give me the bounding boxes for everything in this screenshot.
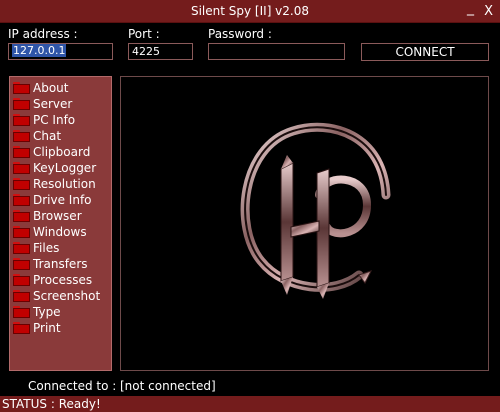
sidebar-item-label: PC Info [33,113,76,127]
sidebar-item-label: KeyLogger [33,161,97,175]
close-button[interactable]: X [484,4,493,19]
sidebar-item-chat[interactable]: Chat [10,128,111,144]
sidebar-item-label: Type [33,305,61,319]
ip-address-label: IP address : [8,27,78,41]
folder-icon [13,258,30,270]
folder-icon [13,290,30,302]
folder-icon [13,178,30,190]
sidebar-item-keylogger[interactable]: KeyLogger [10,160,111,176]
sidebar-item-print[interactable]: Print [10,320,111,336]
sidebar-item-label: Files [33,241,60,255]
sidebar-item-label: Transfers [33,257,88,271]
folder-icon [13,322,30,334]
folder-icon [13,194,30,206]
ip-address-value: 127.0.0.1 [12,44,67,57]
sidebar-item-label: Resolution [33,177,96,191]
sidebar-item-browser[interactable]: Browser [10,208,111,224]
folder-icon [13,130,30,142]
sidebar-item-windows[interactable]: Windows [10,224,111,240]
status-bar: STATUS : Ready! [0,396,500,412]
password-label: Password : [208,27,272,41]
folder-icon [13,82,30,94]
minimize-button[interactable]: _ [467,0,474,16]
sidebar-item-label: Browser [33,209,82,223]
sidebar-item-files[interactable]: Files [10,240,111,256]
folder-icon [13,306,30,318]
sidebar-item-label: Screenshot [33,289,101,303]
folder-icon [13,242,30,254]
folder-icon [13,114,30,126]
folder-icon [13,226,30,238]
connected-to-label: Connected to : [28,379,117,393]
sidebar-item-drive-info[interactable]: Drive Info [10,192,111,208]
sidebar-item-server[interactable]: Server [10,96,111,112]
folder-icon [13,146,30,158]
sidebar-item-label: Chat [33,129,62,143]
main-panel [120,76,489,371]
folder-icon [13,98,30,110]
sidebar-item-label: Clipboard [33,145,91,159]
title-bar: Silent Spy [II] v2.08 _ X [0,0,500,23]
folder-icon [13,274,30,286]
connect-button[interactable]: CONNECT [361,43,489,61]
ip-address-input[interactable]: 127.0.0.1 [8,43,113,60]
port-input[interactable]: 4225 [128,43,193,60]
sidebar-item-processes[interactable]: Processes [10,272,111,288]
sidebar-item-label: Server [33,97,73,111]
sidebar-item-clipboard[interactable]: Clipboard [10,144,111,160]
sidebar: About Server PC Info Chat Clipboard KeyL… [9,76,112,371]
sidebar-item-label: Windows [33,225,87,239]
password-input[interactable] [208,43,345,60]
folder-icon [13,162,30,174]
folder-icon [13,210,30,222]
connected-to-value: [not connected] [120,379,216,393]
status-text: STATUS : Ready! [2,397,101,411]
sidebar-item-label: Processes [33,273,93,287]
sidebar-item-transfers[interactable]: Transfers [10,256,111,272]
sidebar-item-about[interactable]: About [10,80,111,96]
port-label: Port : [128,27,160,41]
sidebar-item-label: About [33,81,69,95]
sidebar-item-pc-info[interactable]: PC Info [10,112,111,128]
sidebar-item-label: Drive Info [33,193,92,207]
silent-spy-logo [240,122,391,299]
sidebar-item-resolution[interactable]: Resolution [10,176,111,192]
window-title: Silent Spy [II] v2.08 [190,4,310,18]
sidebar-item-screenshot[interactable]: Screenshot [10,288,111,304]
sidebar-item-type[interactable]: Type [10,304,111,320]
sidebar-item-label: Print [33,321,61,335]
